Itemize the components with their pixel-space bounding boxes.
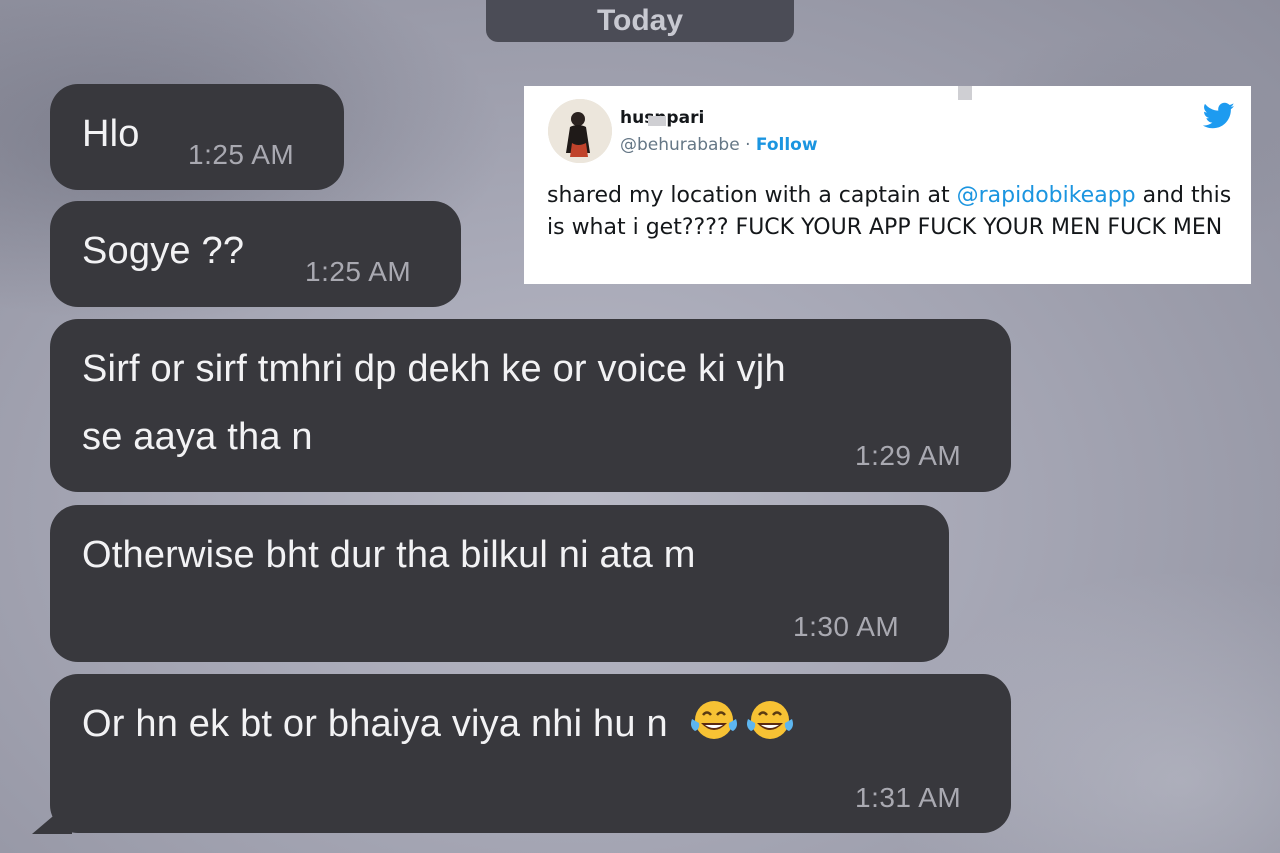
tweet-handle[interactable]: @behurababe (620, 135, 740, 155)
tears-of-joy-emoji-icon (745, 697, 795, 743)
message-timestamp: 1:31 AM (855, 782, 962, 813)
tears-of-joy-emoji-icon (689, 697, 739, 743)
message-text: Hlo (82, 113, 140, 155)
bubble-tail (32, 800, 72, 834)
message-bubble[interactable]: Hlo 1:25 AM (50, 84, 344, 190)
message-text: Or hn ek bt or bhaiya viya nhi hu n (82, 690, 795, 758)
separator-dot: · (739, 135, 756, 155)
tweet-text-part: shared my location with a captain at (547, 183, 957, 208)
message-bubble[interactable]: Or hn ek bt or bhaiya viya nhi hu n 1:31… (50, 674, 1011, 833)
image-artifact (958, 86, 972, 100)
message-timestamp: 1:30 AM (793, 611, 900, 642)
avatar[interactable] (548, 99, 612, 163)
message-timestamp: 1:25 AM (305, 256, 412, 287)
message-bubble[interactable]: Sogye ?? 1:25 AM (50, 201, 461, 307)
message-bubble[interactable]: Sirf or sirf tmhri dp dekh ke or voice k… (50, 319, 1011, 492)
message-text-line: se aaya tha n (82, 416, 313, 458)
twitter-bird-icon[interactable] (1202, 102, 1235, 130)
tweet-text: shared my location with a captain at @ra… (547, 180, 1237, 244)
message-timestamp: 1:29 AM (855, 440, 962, 471)
message-text-line: Sirf or sirf tmhri dp dekh ke or voice k… (82, 348, 786, 390)
message-text: Sogye ?? (82, 230, 245, 272)
image-artifact (648, 116, 666, 126)
message-text-content: Or hn ek bt or bhaiya viya nhi hu n (82, 703, 668, 745)
follow-button[interactable]: Follow (756, 135, 818, 155)
tweet-mention-link[interactable]: @rapidobikeapp (957, 183, 1136, 208)
tweet-handle-row: @behurababe · Follow (620, 135, 818, 155)
embedded-tweet-card[interactable]: husnpari @behurababe · Follow shared my … (524, 86, 1251, 284)
message-text: Otherwise bht dur tha bilkul ni ata m (82, 534, 696, 576)
date-separator-label: Today (596, 4, 684, 37)
message-timestamp: 1:25 AM (188, 139, 295, 170)
message-bubble[interactable]: Otherwise bht dur tha bilkul ni ata m 1:… (50, 505, 949, 662)
date-separator: Today (486, 0, 794, 42)
